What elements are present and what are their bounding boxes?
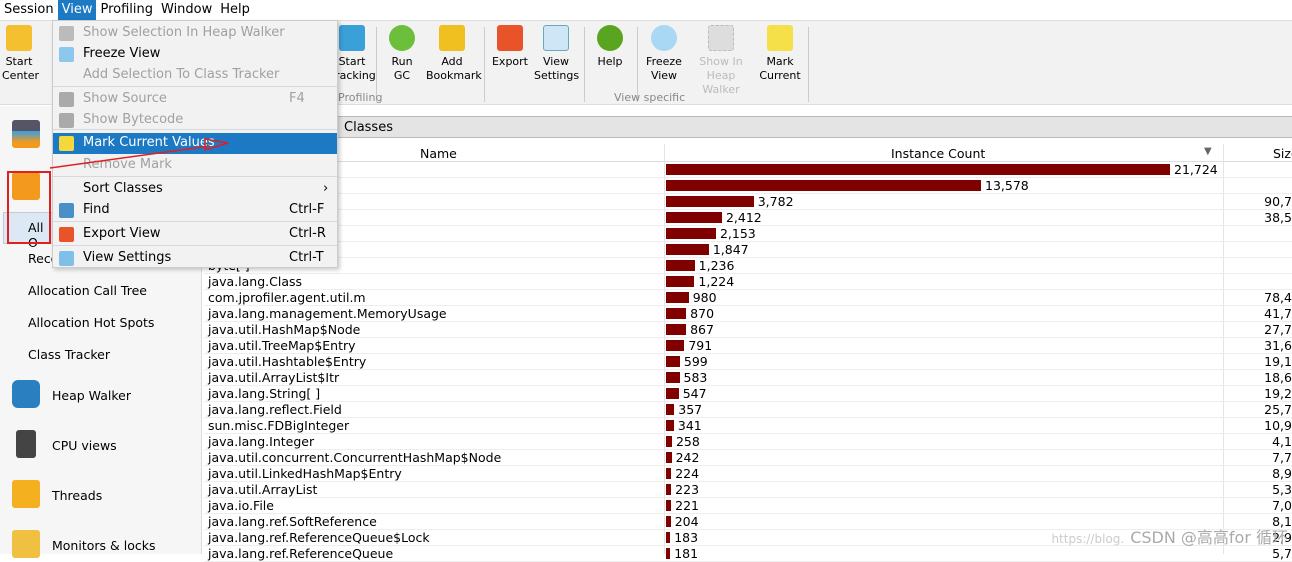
watermark: https://blog. CSDN @高高for 循环 bbox=[1051, 528, 1288, 547]
annotation-arrow bbox=[49, 138, 229, 169]
